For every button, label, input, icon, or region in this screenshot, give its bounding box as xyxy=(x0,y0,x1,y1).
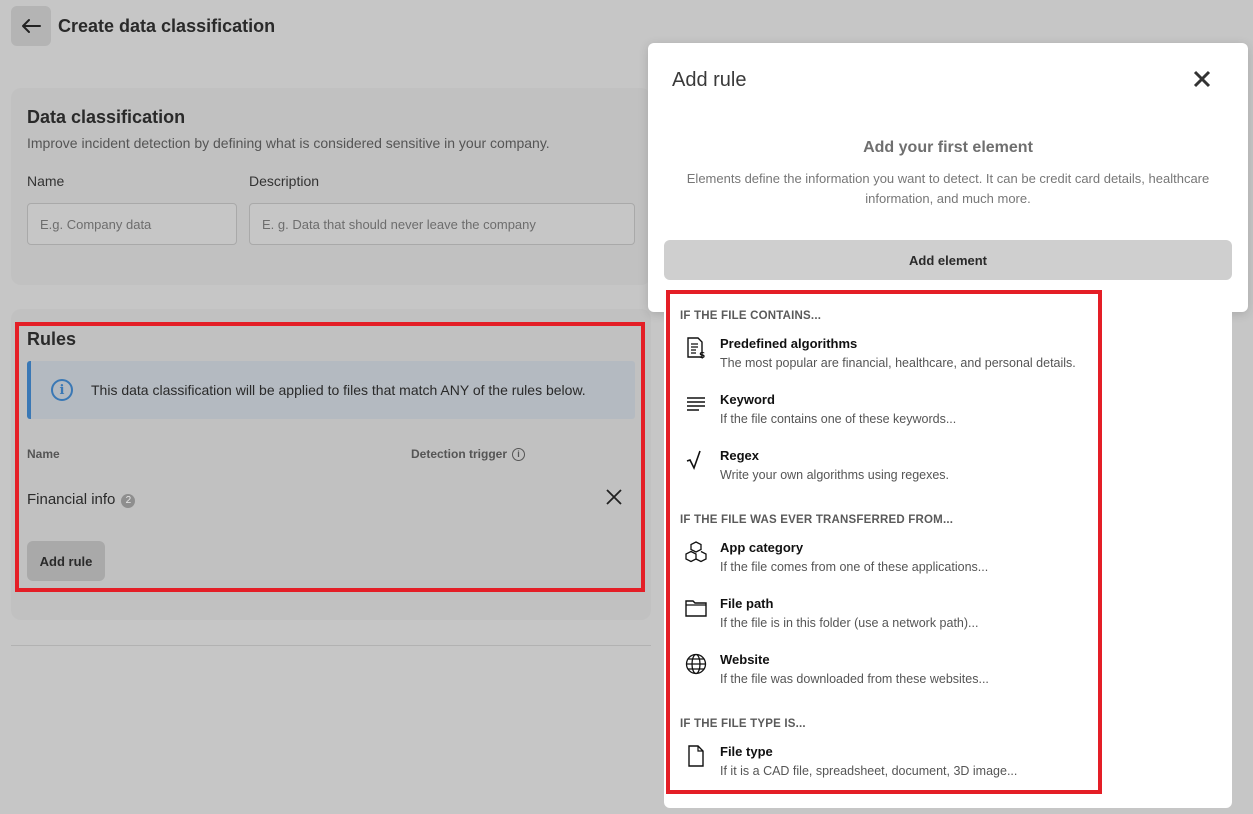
description-input[interactable]: E. g. Data that should never leave the c… xyxy=(249,203,635,245)
highlight-box-menu xyxy=(666,290,1102,794)
close-icon xyxy=(1193,70,1211,88)
data-classification-card: Data classification Improve incident det… xyxy=(11,88,651,285)
section-subtitle: Improve incident detection by defining w… xyxy=(27,135,550,151)
add-element-button[interactable]: Add element xyxy=(664,240,1232,280)
modal-title: Add rule xyxy=(672,69,747,91)
add-rule-modal: Add rule Add your first element Elements… xyxy=(648,43,1248,312)
name-label: Name xyxy=(27,173,65,189)
description-label: Description xyxy=(249,173,320,189)
empty-state-title: Add your first element xyxy=(863,139,1033,156)
section-title: Data classification xyxy=(27,107,186,127)
arrow-left-icon xyxy=(22,19,41,33)
back-button[interactable] xyxy=(11,6,51,46)
name-input[interactable]: E.g. Company data xyxy=(27,203,237,245)
divider xyxy=(11,645,651,646)
highlight-box-rules xyxy=(15,322,645,592)
empty-state-description: Elements define the information you want… xyxy=(686,171,1210,206)
page-title: Create data classification xyxy=(58,16,276,36)
modal-close-button[interactable] xyxy=(1193,65,1211,93)
